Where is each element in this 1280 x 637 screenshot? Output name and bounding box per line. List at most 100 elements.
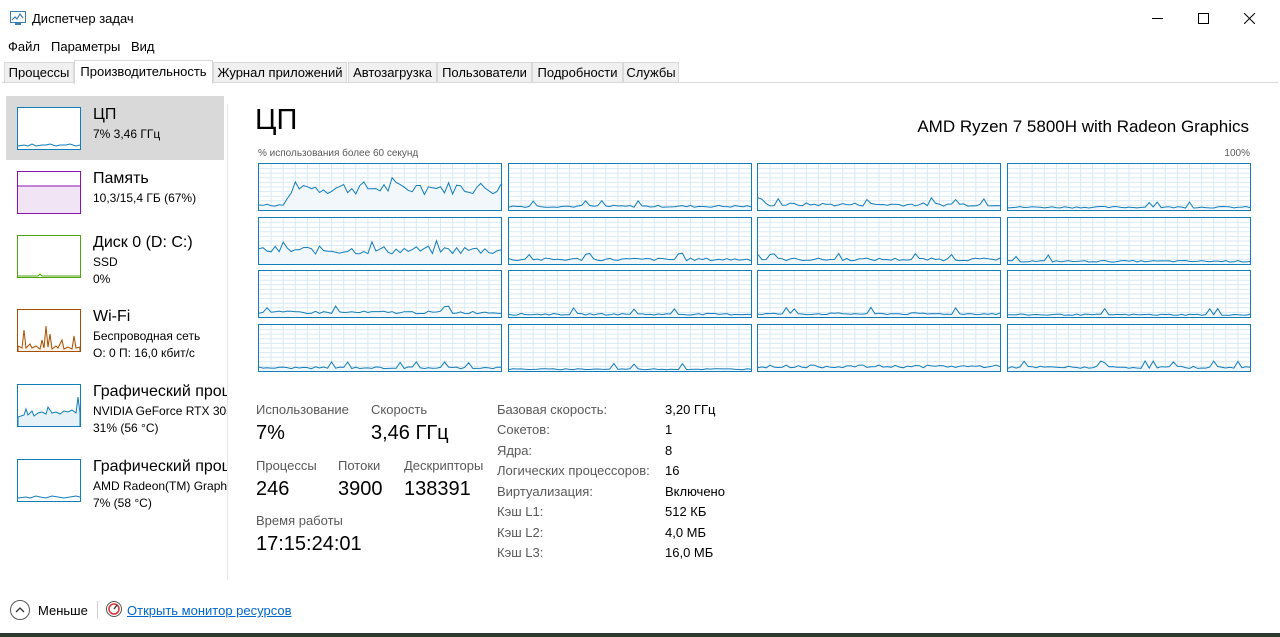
- sidebar-item-gpu0[interactable]: Графический процессор 0 NVIDIA GeForce R…: [6, 373, 228, 437]
- sidebar-item-disk[interactable]: Диск 0 (D: C:) SSD 0%: [6, 224, 224, 288]
- sidebar-item-detail: NVIDIA GeForce RTX 3050 Laptop GPU: [93, 404, 228, 418]
- chevron-up-icon: [15, 607, 25, 613]
- close-icon: [1243, 12, 1255, 24]
- graph-axis-max: 100%: [1224, 148, 1250, 159]
- usage-label: Использование: [256, 402, 349, 417]
- cpu-core-graph: [508, 270, 752, 318]
- cpu-core-graph: [1007, 163, 1251, 211]
- handles-value: 138391: [404, 478, 471, 500]
- spec-key: Сокетов:: [497, 422, 550, 437]
- cpu-core-graph: [258, 270, 502, 318]
- spec-key: Кэш L1:: [497, 504, 544, 519]
- menu-bar: Файл Параметры Вид: [0, 36, 1280, 58]
- tab-details[interactable]: Подробности: [532, 62, 623, 83]
- cpu-core-graphs: [258, 163, 1251, 372]
- sidebar-item-label: Диск 0 (D: C:): [93, 234, 193, 251]
- taskmanager-icon: [10, 11, 26, 25]
- footer-separator: [97, 601, 98, 619]
- spec-key: Базовая скорость:: [497, 402, 608, 417]
- usage-value: 7%: [256, 422, 285, 444]
- less-button[interactable]: [10, 600, 30, 620]
- sidebar-item-detail: 31% (56 °C): [93, 421, 159, 435]
- cpu-core-graph: [1007, 270, 1251, 318]
- spec-key: Кэш L3:: [497, 545, 544, 560]
- cpu-core-graph: [508, 163, 752, 211]
- sidebar-item-label: Wi-Fi: [93, 308, 131, 325]
- resource-monitor-icon: [106, 601, 122, 617]
- tab-processes[interactable]: Процессы: [4, 62, 74, 83]
- tab-performance[interactable]: Производительность: [74, 60, 213, 84]
- gpu0-thumbnail: [17, 384, 81, 427]
- spec-value: 3,20 ГГц: [665, 402, 716, 417]
- wifi-thumbnail: [17, 309, 81, 352]
- sidebar-item-label: Графический процессор 0: [93, 383, 228, 400]
- spec-value: 16: [665, 463, 680, 478]
- maximize-icon: [1197, 12, 1209, 24]
- sidebar-item-gpu1[interactable]: Графический процессор 1 AMD Radeon(TM) G…: [6, 448, 228, 512]
- uptime-label: Время работы: [256, 513, 343, 528]
- maximize-button[interactable]: [1180, 0, 1226, 36]
- sidebar-item-detail: 0%: [93, 272, 111, 286]
- minimize-button[interactable]: [1134, 0, 1180, 36]
- open-resource-monitor-link[interactable]: Открыть монитор ресурсов: [127, 603, 291, 618]
- menu-file[interactable]: Файл: [8, 39, 40, 54]
- sidebar-item-detail: 7% (58 °C): [93, 496, 152, 510]
- threads-value: 3900: [338, 478, 383, 500]
- sidebar-item-memory[interactable]: Память 10,3/15,4 ГБ (67%): [6, 160, 224, 224]
- sidebar-item-detail: AMD Radeon(TM) Graphics: [93, 479, 228, 493]
- processes-value: 246: [256, 478, 290, 500]
- cpu-core-graph: [757, 270, 1001, 318]
- menu-options[interactable]: Параметры: [51, 39, 120, 54]
- sidebar-item-detail: О: 0 П: 16,0 кбит/с: [93, 346, 195, 360]
- disk-thumbnail: [17, 235, 81, 278]
- graph-axis-label: % использования более 60 секунд: [258, 148, 419, 159]
- tab-app-history[interactable]: Журнал приложений: [213, 62, 347, 83]
- close-button[interactable]: [1226, 0, 1272, 36]
- spec-key: Логических процессоров:: [497, 463, 650, 478]
- sidebar-item-label: ЦП: [93, 106, 117, 123]
- spec-key: Ядра:: [497, 443, 533, 458]
- tab-services[interactable]: Службы: [623, 62, 679, 83]
- cpu-core-graph: [508, 324, 752, 372]
- sidebar-item-cpu[interactable]: ЦП 7% 3,46 ГГц: [6, 96, 224, 160]
- sidebar: ЦП 7% 3,46 ГГц Память 10,3/15,4 ГБ (67%)…: [0, 84, 228, 580]
- tab-strip: Процессы Производительность Журнал прило…: [0, 60, 1280, 84]
- spec-key: Виртуализация:: [497, 484, 593, 499]
- tab-startup[interactable]: Автозагрузка: [348, 62, 437, 83]
- menu-view[interactable]: Вид: [131, 39, 155, 54]
- gpu1-thumbnail: [17, 459, 81, 502]
- speed-value: 3,46 ГГц: [371, 422, 449, 444]
- memory-thumbnail: [17, 171, 81, 214]
- cpu-model: AMD Ryzen 7 5800H with Radeon Graphics: [917, 117, 1249, 136]
- cpu-core-graph: [757, 163, 1001, 211]
- sidebar-item-detail: SSD: [93, 255, 118, 269]
- sidebar-item-detail: 10,3/15,4 ГБ (67%): [93, 191, 197, 205]
- cpu-core-graph: [508, 217, 752, 265]
- uptime-value: 17:15:24:01: [256, 533, 362, 555]
- less-label[interactable]: Меньше: [38, 603, 88, 618]
- handles-label: Дескрипторы: [404, 458, 484, 473]
- cpu-core-graph: [258, 324, 502, 372]
- cpu-core-graph: [258, 217, 502, 265]
- sidebar-item-label: Графический процессор 1: [93, 458, 228, 475]
- desktop-strip: [0, 633, 1280, 637]
- cpu-core-graph: [757, 217, 1001, 265]
- minimize-icon: [1151, 17, 1163, 19]
- spec-value: 4,0 МБ: [665, 525, 707, 540]
- spec-value: 8: [665, 443, 673, 458]
- spec-value: 512 КБ: [665, 504, 707, 519]
- threads-label: Потоки: [338, 458, 381, 473]
- sidebar-divider: [227, 104, 228, 580]
- sidebar-item-detail: Беспроводная сеть: [93, 329, 201, 343]
- speed-label: Скорость: [371, 402, 428, 417]
- page-title: ЦП: [255, 104, 298, 136]
- sidebar-item-label: Память: [93, 170, 149, 187]
- spec-value: 16,0 МБ: [665, 545, 714, 560]
- spec-value: 1: [665, 422, 673, 437]
- cpu-core-graph: [757, 324, 1001, 372]
- cpu-core-graph: [1007, 217, 1251, 265]
- tab-users[interactable]: Пользователи: [437, 62, 532, 83]
- sidebar-item-wifi[interactable]: Wi-Fi Беспроводная сеть О: 0 П: 16,0 кби…: [6, 298, 224, 362]
- spec-value: Включено: [665, 484, 725, 499]
- processes-label: Процессы: [256, 458, 317, 473]
